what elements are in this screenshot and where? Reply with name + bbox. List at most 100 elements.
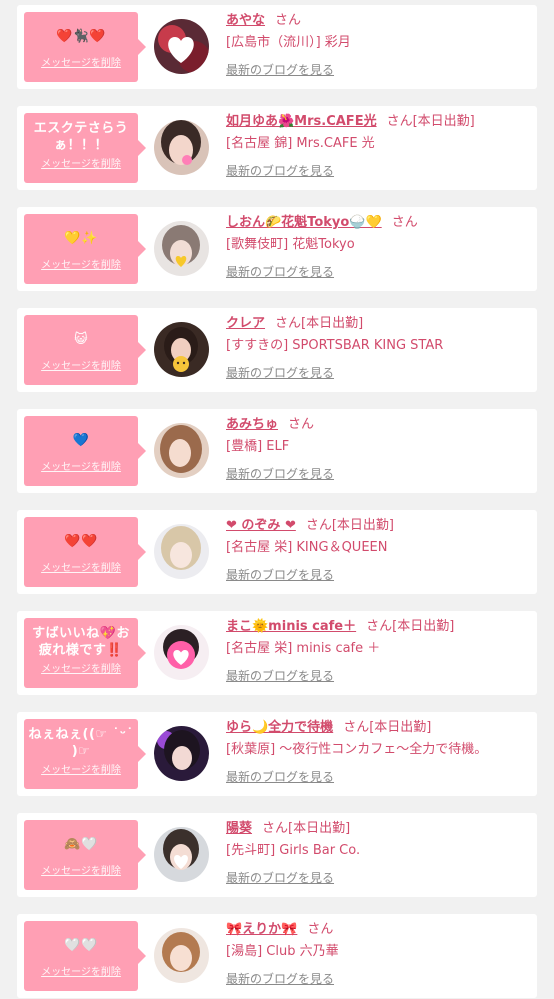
honorific: さん (386, 114, 413, 129)
honorific: さん (275, 13, 302, 28)
cast-name-link[interactable]: あやな (226, 13, 265, 28)
photo-avatar-icon (154, 928, 209, 983)
list-item: ❤️❤️ メッセージを削除 ❤ のぞみ ❤ さん[本日出勤] [名古屋 栄] KI… (17, 510, 537, 594)
list-item: 💛✨ メッセージを削除 しおん🌮花魁Tokyo🍚💛 さん [歌舞伎町] 花魁Tok… (17, 207, 537, 291)
avatar[interactable] (154, 322, 209, 377)
shop-info: [先斗町] Girls Bar Co. (226, 843, 361, 858)
list-item: エスクテさらうぁ！！！ メッセージを削除 如月ゆあ🌺Mrs.CAFE光 さん[本日… (17, 106, 537, 190)
delete-message-link[interactable]: メッセージを削除 (24, 159, 138, 171)
honorific: さん (305, 518, 332, 533)
avatar[interactable] (154, 726, 209, 781)
latest-blog-link[interactable]: 最新のブログを見る (226, 566, 334, 584)
list-item: 🤍🤍 メッセージを削除 🎀えりか🎀 さん [湯島] Club 六乃華 最新のブログ… (17, 914, 537, 998)
list-item: 🙈🤍 メッセージを削除 陽葵 さん[本日出勤] [先斗町] Girls Bar C… (17, 813, 537, 897)
avatar[interactable] (154, 120, 209, 175)
latest-blog-link[interactable]: 最新のブログを見る (226, 869, 334, 887)
delete-message-link[interactable]: メッセージを削除 (24, 58, 138, 70)
avatar[interactable] (154, 19, 209, 74)
avatar[interactable] (154, 928, 209, 983)
delete-message-link[interactable]: メッセージを削除 (24, 361, 138, 373)
status-tag: [本日出勤] (412, 114, 475, 129)
list-item: ❤️🐈‍⬛❤️ メッセージを削除 あやな さん [広島市（流川）] 彩月 最新のブ… (17, 5, 537, 89)
avatar[interactable] (154, 827, 209, 882)
cast-name-link[interactable]: 如月ゆあ🌺Mrs.CAFE光 (226, 114, 377, 129)
favorite-list: ❤️🐈‍⬛❤️ メッセージを削除 あやな さん [広島市（流川）] 彩月 最新のブ… (0, 0, 554, 999)
message-bubble: ❤️❤️ メッセージを削除 (24, 517, 146, 587)
cast-name-link[interactable]: 🎀えりか🎀 (226, 922, 297, 937)
shop-info: [湯島] Club 六乃華 (226, 944, 339, 959)
latest-blog-link[interactable]: 最新のブログを見る (226, 263, 334, 281)
avatar[interactable] (154, 423, 209, 478)
heart-sticker-avatar-icon (154, 625, 209, 680)
shop-info: [名古屋 錦] Mrs.CAFE 光 (226, 136, 375, 151)
delete-message-link[interactable]: メッセージを削除 (24, 462, 138, 474)
delete-message-link[interactable]: メッセージを削除 (24, 765, 138, 777)
message-text: ねぇねぇ((☞ ˙ᵕ˙ )☞ (28, 727, 134, 759)
latest-blog-link[interactable]: 最新のブログを見る (226, 364, 334, 382)
message-bubble: 😺 メッセージを削除 (24, 315, 146, 385)
list-item: すばいいね💖お疲れ様です‼️ メッセージを削除 まこ🌞minis cafe＋ さん… (17, 611, 537, 695)
message-bubble: エスクテさらうぁ！！！ メッセージを削除 (24, 113, 146, 183)
message-text: 🙈🤍 (64, 836, 98, 852)
list-item: ねぇねぇ((☞ ˙ᵕ˙ )☞ メッセージを削除 ゆら🌙全力で待機 さん[本日出勤]… (17, 712, 537, 796)
message-bubble: 🤍🤍 メッセージを削除 (24, 921, 146, 991)
message-bubble: 💛✨ メッセージを削除 (24, 214, 146, 284)
avatar[interactable] (154, 524, 209, 579)
cast-name-link[interactable]: まこ🌞minis cafe＋ (226, 619, 356, 634)
delete-message-link[interactable]: メッセージを削除 (24, 664, 138, 676)
message-text: ❤️❤️ (64, 533, 98, 549)
cast-name-link[interactable]: 陽葵 (226, 821, 252, 836)
message-bubble: ねぇねぇ((☞ ˙ᵕ˙ )☞ メッセージを削除 (24, 719, 146, 789)
message-bubble: 💙 メッセージを削除 (24, 416, 146, 486)
honorific: さん (366, 619, 393, 634)
photo-avatar-icon (154, 524, 209, 579)
cat-sticker-avatar-icon (154, 322, 209, 377)
latest-blog-link[interactable]: 最新のブログを見る (226, 465, 334, 483)
cast-name-link[interactable]: ❤ のぞみ ❤ (226, 518, 296, 533)
status-tag: [本日出勤] (331, 518, 395, 533)
message-text: 💛✨ (64, 230, 98, 246)
shop-info: [秋葉原] 〜夜行性コンカフェ〜全力で待機。 (226, 742, 488, 757)
cast-name-link[interactable]: クレア (226, 316, 265, 331)
delete-message-link[interactable]: メッセージを削除 (24, 866, 138, 878)
status-tag: [本日出勤] (369, 720, 432, 735)
photo-avatar-icon (154, 726, 209, 781)
latest-blog-link[interactable]: 最新のブログを見る (226, 970, 334, 988)
avatar[interactable] (154, 625, 209, 680)
shop-info: [歌舞伎町] 花魁Tokyo (226, 237, 355, 252)
latest-blog-link[interactable]: 最新のブログを見る (226, 162, 334, 180)
status-tag: [本日出勤] (288, 821, 351, 836)
message-text: 🤍🤍 (64, 937, 98, 953)
delete-message-link[interactable]: メッセージを削除 (24, 563, 138, 575)
photo-avatar-icon (154, 423, 209, 478)
avatar[interactable] (154, 221, 209, 276)
status-tag: [本日出勤] (301, 316, 364, 331)
honorific: さん (275, 316, 302, 331)
heart-sticker-avatar-icon (154, 19, 209, 74)
honorific: さん (288, 417, 315, 432)
delete-message-link[interactable]: メッセージを削除 (24, 967, 138, 979)
shop-info: [広島市（流川）] 彩月 (226, 35, 351, 50)
honorific: さん (262, 821, 289, 836)
message-text: ❤️🐈‍⬛❤️ (55, 28, 107, 44)
message-text: すばいいね💖お疲れ様です‼️ (32, 626, 130, 658)
latest-blog-link[interactable]: 最新のブログを見る (226, 768, 334, 786)
list-item: 😺 メッセージを削除 クレア さん[本日出勤] [すすきの] SPORTSBAR … (17, 308, 537, 392)
latest-blog-link[interactable]: 最新のブログを見る (226, 667, 334, 685)
message-bubble: 🙈🤍 メッセージを削除 (24, 820, 146, 890)
honorific: さん (391, 215, 418, 230)
latest-blog-link[interactable]: 最新のブログを見る (226, 61, 334, 79)
honorific: さん (343, 720, 370, 735)
message-text: 💙 (72, 432, 90, 448)
message-text: エスクテさらうぁ！！！ (33, 121, 129, 153)
message-bubble: ❤️🐈‍⬛❤️ メッセージを削除 (24, 12, 146, 82)
honorific: さん (307, 922, 334, 937)
cast-name-link[interactable]: しおん🌮花魁Tokyo🍚💛 (226, 215, 382, 230)
message-bubble: すばいいね💖お疲れ様です‼️ メッセージを削除 (24, 618, 146, 688)
shop-info: [名古屋 栄] minis cafe ＋ (226, 641, 381, 656)
delete-message-link[interactable]: メッセージを削除 (24, 260, 138, 272)
photo-avatar-icon (154, 221, 209, 276)
list-item: 💙 メッセージを削除 あみちゅ さん [豊橋] ELF 最新のブログを見る (17, 409, 537, 493)
cast-name-link[interactable]: あみちゅ (226, 417, 278, 432)
cast-name-link[interactable]: ゆら🌙全力で待機 (226, 720, 333, 735)
